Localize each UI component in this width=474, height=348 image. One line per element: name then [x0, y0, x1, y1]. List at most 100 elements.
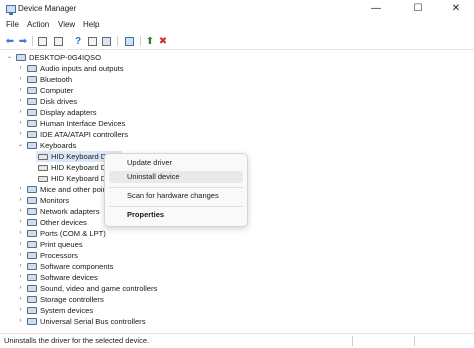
tree-category-sound[interactable]: › Sound, video and game controllers — [0, 283, 300, 294]
printer-icon — [27, 241, 37, 248]
add-driver-icon[interactable]: ⬆ — [144, 35, 156, 47]
speaker-icon — [27, 65, 37, 72]
tree-category-label: Universal Serial Bus controllers — [40, 317, 146, 326]
tree-category-label: Disk drives — [40, 97, 78, 106]
back-icon[interactable]: ⬅ — [4, 35, 16, 47]
storage-icon — [27, 296, 37, 303]
menu-help[interactable]: Help — [83, 20, 99, 29]
tree-category-usb[interactable]: › Universal Serial Bus controllers — [0, 316, 300, 327]
maximize-button[interactable]: ☐ — [404, 1, 432, 17]
tree-category-label: Sound, video and game controllers — [40, 284, 158, 293]
chevron-right-icon[interactable]: › — [17, 129, 24, 140]
keyboard-icon — [38, 165, 48, 171]
tree-category-printer[interactable]: › Print queues — [0, 239, 300, 250]
tree-category-label: Display adapters — [40, 108, 97, 117]
tree-device-label: HID Keyboard De — [51, 174, 111, 183]
chevron-right-icon[interactable]: › — [17, 283, 24, 294]
tree-category-ide[interactable]: › IDE ATA/ATAPI controllers — [0, 129, 300, 140]
tree-category-display[interactable]: › Display adapters — [0, 107, 300, 118]
chevron-down-icon[interactable]: ⌄ — [17, 140, 24, 151]
software-icon — [27, 274, 37, 281]
ide-icon — [27, 131, 37, 138]
chevron-right-icon[interactable]: › — [17, 316, 24, 327]
help-icon[interactable]: ? — [72, 35, 84, 47]
uninstall-device-menu-item[interactable]: Uninstall device — [109, 171, 243, 183]
bluetooth-icon — [27, 76, 37, 83]
menu-action[interactable]: Action — [27, 20, 49, 29]
tree-root-label: DESKTOP-0G4IQSO — [29, 53, 102, 62]
tree-category-label: Storage controllers — [40, 295, 104, 304]
tree-category-hid[interactable]: › Human Interface Devices — [0, 118, 300, 129]
chevron-right-icon[interactable]: › — [17, 184, 24, 195]
tree-category-label: System devices — [40, 306, 94, 315]
sound-icon — [27, 285, 37, 292]
network-icon — [27, 208, 37, 215]
tree-category-label: Keyboards — [40, 141, 77, 150]
list-icon[interactable] — [52, 35, 64, 47]
mouse-icon — [27, 186, 37, 193]
update-driver-menu-item[interactable]: Update driver — [109, 157, 243, 169]
forward-icon[interactable]: ➡ — [17, 35, 29, 47]
update-driver-icon[interactable] — [100, 35, 112, 47]
minimize-button[interactable]: — — [362, 1, 390, 17]
chevron-right-icon[interactable]: › — [17, 195, 24, 206]
uninstall-icon[interactable]: ✖ — [157, 35, 169, 47]
menu-file[interactable]: File — [6, 20, 19, 29]
chevron-right-icon[interactable]: › — [17, 239, 24, 250]
chevron-right-icon[interactable]: › — [17, 118, 24, 129]
tree-category-port[interactable]: › Ports (COM & LPT) — [0, 228, 300, 239]
chevron-right-icon[interactable]: › — [17, 85, 24, 96]
chevron-right-icon[interactable]: › — [17, 74, 24, 85]
tree-category-label: Print queues — [40, 240, 83, 249]
chevron-right-icon[interactable]: › — [17, 272, 24, 283]
chevron-right-icon[interactable]: › — [17, 305, 24, 316]
status-bar: Uninstalls the driver for the selected d… — [0, 333, 474, 348]
tree-category-system[interactable]: › System devices — [0, 305, 300, 316]
close-button[interactable]: ✕ — [442, 1, 470, 17]
tree-category-label: Human Interface Devices — [40, 119, 126, 128]
scan-icon[interactable] — [123, 35, 135, 47]
tree-category-component[interactable]: › Software components — [0, 261, 300, 272]
menu-view[interactable]: View — [58, 20, 75, 29]
tree-root[interactable]: ⌄ DESKTOP-0G4IQSO — [0, 52, 200, 63]
chevron-right-icon[interactable]: › — [17, 217, 24, 228]
chevron-right-icon[interactable]: › — [17, 294, 24, 305]
chevron-right-icon[interactable]: › — [17, 228, 24, 239]
tree-category-label: Other devices — [40, 218, 87, 227]
tree-category-label: Software devices — [40, 273, 98, 282]
tree-category-bluetooth[interactable]: › Bluetooth — [0, 74, 300, 85]
chevron-right-icon[interactable]: › — [17, 63, 24, 74]
unknown-device-icon — [27, 219, 37, 226]
menu-separator — [109, 187, 243, 188]
tree-device-label: HID Keyboard De — [51, 163, 111, 172]
properties-icon[interactable] — [36, 35, 48, 47]
properties-menu-item[interactable]: Properties — [109, 209, 243, 221]
chevron-down-icon[interactable]: ⌄ — [6, 52, 13, 63]
tree-category-processor[interactable]: › Processors — [0, 250, 300, 261]
chevron-right-icon[interactable]: › — [17, 107, 24, 118]
tree-category-speaker[interactable]: › Audio inputs and outputs — [0, 63, 300, 74]
scan-hardware-menu-item[interactable]: Scan for hardware changes — [109, 190, 243, 202]
toolbar-separator — [117, 36, 118, 46]
chevron-right-icon[interactable]: › — [17, 250, 24, 261]
display-icon — [27, 109, 37, 116]
hid-icon — [27, 120, 37, 127]
computer-icon — [27, 87, 37, 94]
usb-icon — [27, 318, 37, 325]
chevron-right-icon[interactable]: › — [17, 96, 24, 107]
component-icon — [27, 263, 37, 270]
toolbar-separator — [140, 36, 141, 46]
chevron-right-icon[interactable]: › — [17, 206, 24, 217]
tree-category-disk[interactable]: › Disk drives — [0, 96, 300, 107]
tree-category-computer[interactable]: › Computer — [0, 85, 300, 96]
view-icon[interactable] — [86, 35, 98, 47]
toolbar: ⬅ ➡ ? ⬆ ✖ — [0, 33, 474, 50]
tree-category-keyboard[interactable]: ⌄ Keyboards — [0, 140, 300, 151]
tree-category-storage[interactable]: › Storage controllers — [0, 294, 300, 305]
tree-category-label: Monitors — [40, 196, 70, 205]
tree-category-software[interactable]: › Software devices — [0, 272, 300, 283]
status-text: Uninstalls the driver for the selected d… — [4, 336, 150, 345]
tree-category-label: Network adapters — [40, 207, 100, 216]
chevron-right-icon[interactable]: › — [17, 261, 24, 272]
tree-category-label: Audio inputs and outputs — [40, 64, 124, 73]
